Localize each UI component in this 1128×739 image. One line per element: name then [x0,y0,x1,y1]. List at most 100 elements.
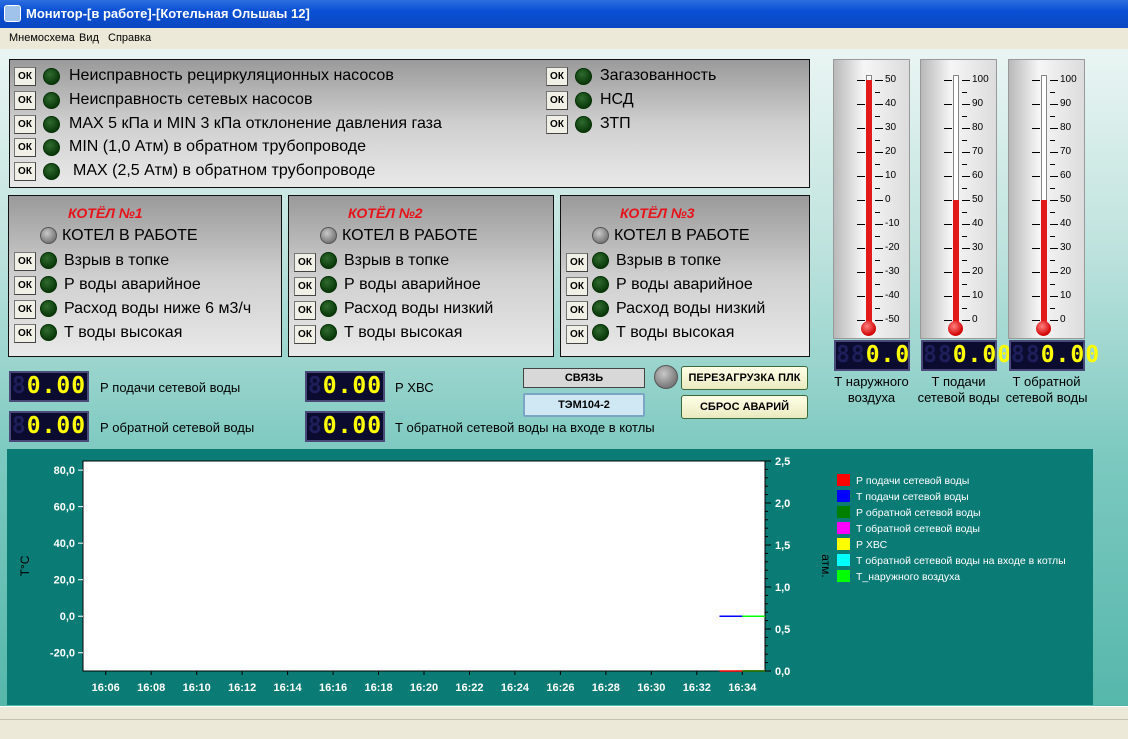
x-tick-label: 16:06 [92,682,120,694]
alarm-led [575,116,592,133]
y-tick-label: 40,0 [54,538,75,550]
tick-mark [875,116,880,117]
thermometer-label-line2: сетевой воды [1005,390,1088,405]
y2-tick-label: 2,5 [775,456,790,468]
reset-alarms-button[interactable]: СБРОС АВАРИЙ [681,395,808,419]
ok-button[interactable]: ОК [566,277,588,296]
window-title: Монитор-[в работе]-[Котельная Ольшаы 12] [26,6,310,21]
tick-mark [1050,308,1055,309]
boiler-alarm-label: Расход воды ниже 6 м3/ч [64,300,252,317]
tick-label: 30 [885,122,897,133]
y-tick-label: 20,0 [54,575,75,587]
ok-button[interactable]: ОК [14,162,36,181]
ok-button[interactable]: ОК [14,252,36,271]
tick-label: 80 [972,122,984,133]
alarm-led [43,68,60,85]
ok-button[interactable]: ОК [566,253,588,272]
tick-mark [962,308,967,309]
tick-mark [962,152,970,153]
ok-button[interactable]: ОК [294,277,316,296]
alarm-led [575,92,592,109]
display-digits-dim: 88 [836,342,866,368]
tick-mark [1032,296,1040,297]
tick-label: 40 [1060,218,1072,229]
boiler-alarm-label: Расход воды низкий [344,300,494,317]
tick-label: 90 [972,98,984,109]
alarm-led [43,139,60,156]
legend-label: Т обратной сетевой воды на входе в котлы [856,555,1066,567]
ok-button[interactable]: ОК [14,324,36,343]
tick-mark [962,164,967,165]
ok-button[interactable]: ОК [294,325,316,344]
boiler-alarm-label: Расход воды низкий [616,300,766,317]
ok-button[interactable]: ОК [566,301,588,320]
x-tick-label: 16:28 [592,682,620,694]
tick-mark [875,152,883,153]
y2-tick-label: 1,5 [775,540,790,552]
boiler-alarm-label: Р воды аварийное [64,276,201,293]
boiler-alarm-label: Взрыв в топке [344,252,450,269]
x-tick-label: 16:14 [274,682,303,694]
ok-button[interactable]: ОК [294,301,316,320]
tick-label: 100 [972,74,989,85]
tick-mark [1050,248,1058,249]
tick-label: -40 [885,290,900,301]
thermometer-label-line2: сетевой воды [917,390,1000,405]
legend-swatch [837,538,850,550]
tick-mark [962,140,967,141]
ok-button[interactable]: ОК [14,276,36,295]
tick-label: 70 [1060,146,1072,157]
tick-mark [1032,200,1040,201]
tick-mark [1032,320,1040,321]
ok-button[interactable]: ОК [294,253,316,272]
ok-button[interactable]: ОК [14,91,36,110]
x-tick-label: 16:24 [501,682,530,694]
y-tick-label: 80,0 [54,465,75,477]
tick-label: 0 [1060,314,1066,325]
tick-mark [1050,284,1055,285]
tick-mark [962,248,970,249]
tick-mark [1050,224,1058,225]
tick-label: 20 [885,146,897,157]
tick-label: 90 [1060,98,1072,109]
ok-button[interactable]: ОК [14,115,36,134]
tick-mark [1050,164,1055,165]
link-button[interactable]: СВЯЗЬ [523,368,645,388]
tick-mark [1032,152,1040,153]
boiler-alarm-label: Р воды аварийное [344,276,481,293]
ok-button[interactable]: ОК [546,115,568,134]
display-digits-dim: 88 [1011,342,1041,368]
tick-mark [962,224,970,225]
menu-view[interactable]: Вид [79,32,99,44]
menu-help[interactable]: Справка [108,32,151,44]
boiler-title: КОТЁЛ №1 [68,205,143,221]
reboot-plc-button[interactable]: ПЕРЕЗАГРУЗКА ПЛК [681,366,808,390]
legend-label: Р подачи сетевой воды [856,475,969,487]
tem104-button[interactable]: ТЭМ104-2 [523,393,645,417]
p-cold-water-display: 80.00 [305,371,385,402]
x-tick-label: 16:30 [637,682,665,694]
menu-mnemoscheme[interactable]: Мнемосхема [9,32,75,44]
alarm-led [592,276,609,293]
title-bar[interactable]: Монитор-[в работе]-[Котельная Ольшаы 12] [0,0,1128,28]
ok-button[interactable]: ОК [546,91,568,110]
tick-mark [1050,188,1055,189]
ok-button[interactable]: ОК [14,138,36,157]
tick-mark [875,284,880,285]
tick-mark [875,236,880,237]
ok-button[interactable]: ОК [546,67,568,86]
alarm-led [320,324,337,341]
tick-mark [875,92,880,93]
thermometer-label-line2: воздуха [847,390,896,405]
p-cold-water-label: Р ХВС [395,380,434,395]
ok-button[interactable]: ОК [14,300,36,319]
ok-button[interactable]: ОК [566,325,588,344]
tick-mark [1050,296,1058,297]
ok-button[interactable]: ОК [14,67,36,86]
alarm-label: MIN (1,0 Атм) в обратном трубопроводе [69,138,367,155]
tick-mark [857,104,865,105]
alarm-led [320,300,337,317]
tick-mark [962,80,970,81]
tick-mark [875,224,883,225]
tick-label: 20 [972,266,984,277]
